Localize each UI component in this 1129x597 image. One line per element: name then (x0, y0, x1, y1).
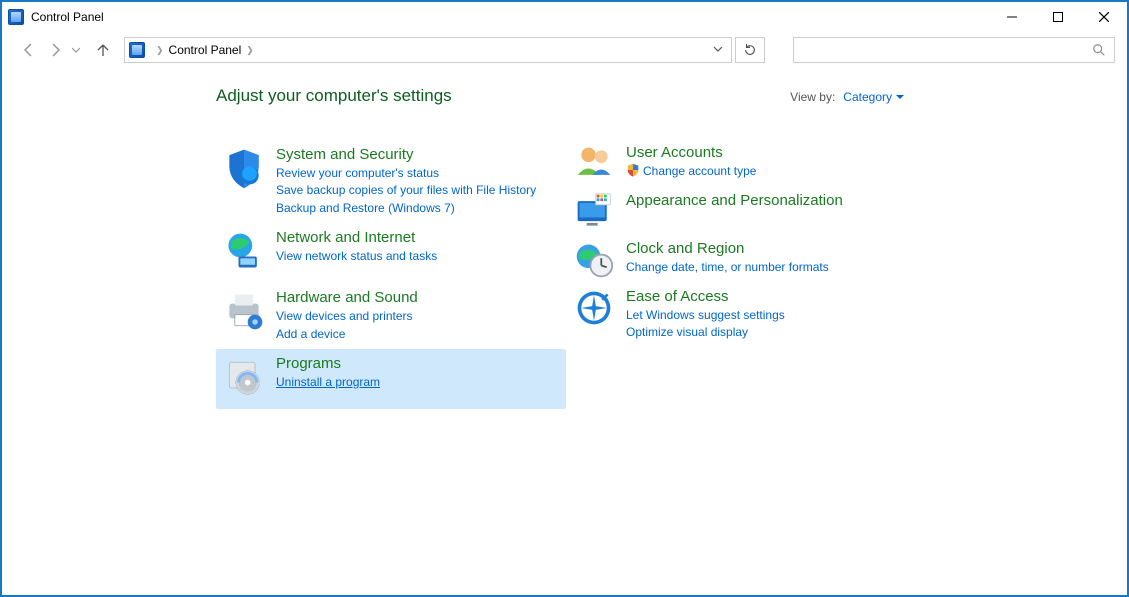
category-title[interactable]: User Accounts (626, 144, 756, 161)
uac-shield-icon (626, 163, 640, 177)
address-icon (129, 42, 145, 58)
monitor-color-icon (570, 192, 618, 232)
category-clock-region: Clock and Region Change date, time, or n… (566, 236, 906, 284)
view-by-control[interactable]: View by: Category (790, 90, 904, 104)
nav-back-button[interactable] (18, 39, 40, 61)
maximize-button[interactable] (1035, 2, 1081, 32)
breadcrumb-separator: ❯ (156, 45, 164, 56)
categories-col-right: User Accounts Change account type (566, 140, 906, 409)
category-appearance-personalization: Appearance and Personalization (566, 188, 906, 236)
disc-box-icon (220, 355, 268, 403)
category-link[interactable]: Let Windows suggest settings (626, 307, 785, 324)
printer-icon (220, 289, 268, 337)
window-frame: Control Panel ❯ (0, 0, 1129, 597)
category-link[interactable]: Review your computer's status (276, 165, 536, 182)
category-link[interactable]: View network status and tasks (276, 248, 437, 265)
category-ease-of-access: Ease of Access Let Windows suggest setti… (566, 284, 906, 346)
category-title[interactable]: Hardware and Sound (276, 289, 418, 306)
window-title: Control Panel (31, 10, 104, 24)
breadcrumb-separator[interactable]: ❯ (246, 45, 254, 56)
category-link[interactable]: Change account type (626, 163, 756, 180)
nav-recent-button[interactable] (70, 39, 82, 61)
category-programs: Programs Uninstall a program (216, 349, 566, 409)
titlebar-left: Control Panel (8, 9, 104, 25)
category-link[interactable]: View devices and printers (276, 308, 418, 325)
category-system-security: System and Security Review your computer… (216, 140, 566, 223)
view-by-value[interactable]: Category (843, 90, 904, 104)
content-area: Adjust your computer's settings View by:… (2, 68, 1127, 595)
category-link[interactable]: Save backup copies of your files with Fi… (276, 182, 536, 199)
ease-access-icon (570, 288, 618, 328)
window-controls (989, 2, 1127, 32)
categories-col-left: System and Security Review your computer… (216, 140, 566, 409)
category-title[interactable]: Programs (276, 355, 380, 372)
address-bar[interactable]: ❯ Control Panel ❯ (124, 37, 732, 63)
navbar: ❯ Control Panel ❯ (2, 32, 1127, 68)
minimize-button[interactable] (989, 2, 1035, 32)
search-box[interactable] (793, 37, 1115, 63)
view-by-label: View by: (790, 90, 835, 104)
close-button[interactable] (1081, 2, 1127, 32)
control-panel-icon (8, 9, 24, 25)
page-heading: Adjust your computer's settings (216, 86, 452, 106)
category-network-internet: Network and Internet View network status… (216, 223, 566, 283)
categories-grid: System and Security Review your computer… (216, 140, 1106, 409)
category-title[interactable]: System and Security (276, 146, 536, 163)
address-dropdown[interactable] (709, 43, 727, 57)
titlebar: Control Panel (2, 2, 1127, 32)
category-link[interactable]: Backup and Restore (Windows 7) (276, 200, 536, 217)
category-link[interactable]: Optimize visual display (626, 324, 785, 341)
category-title[interactable]: Network and Internet (276, 229, 437, 246)
category-title[interactable]: Ease of Access (626, 288, 785, 305)
refresh-button[interactable] (735, 37, 765, 63)
search-icon (1092, 43, 1106, 57)
link-uninstall-program[interactable]: Uninstall a program (276, 374, 380, 391)
shield-icon (220, 146, 268, 194)
category-link[interactable]: Change date, time, or number formats (626, 259, 829, 276)
category-link[interactable]: Add a device (276, 326, 418, 343)
category-title[interactable]: Clock and Region (626, 240, 829, 257)
category-title[interactable]: Appearance and Personalization (626, 192, 843, 209)
heading-row: Adjust your computer's settings View by:… (216, 86, 904, 106)
breadcrumb-root[interactable]: Control Panel (169, 43, 242, 57)
chevron-down-icon (896, 93, 904, 101)
globe-icon (220, 229, 268, 277)
category-hardware-sound: Hardware and Sound View devices and prin… (216, 283, 566, 349)
clock-globe-icon (570, 240, 618, 280)
users-icon (570, 144, 618, 184)
nav-up-button[interactable] (92, 39, 114, 61)
category-user-accounts: User Accounts Change account type (566, 140, 906, 188)
nav-forward-button[interactable] (44, 39, 66, 61)
